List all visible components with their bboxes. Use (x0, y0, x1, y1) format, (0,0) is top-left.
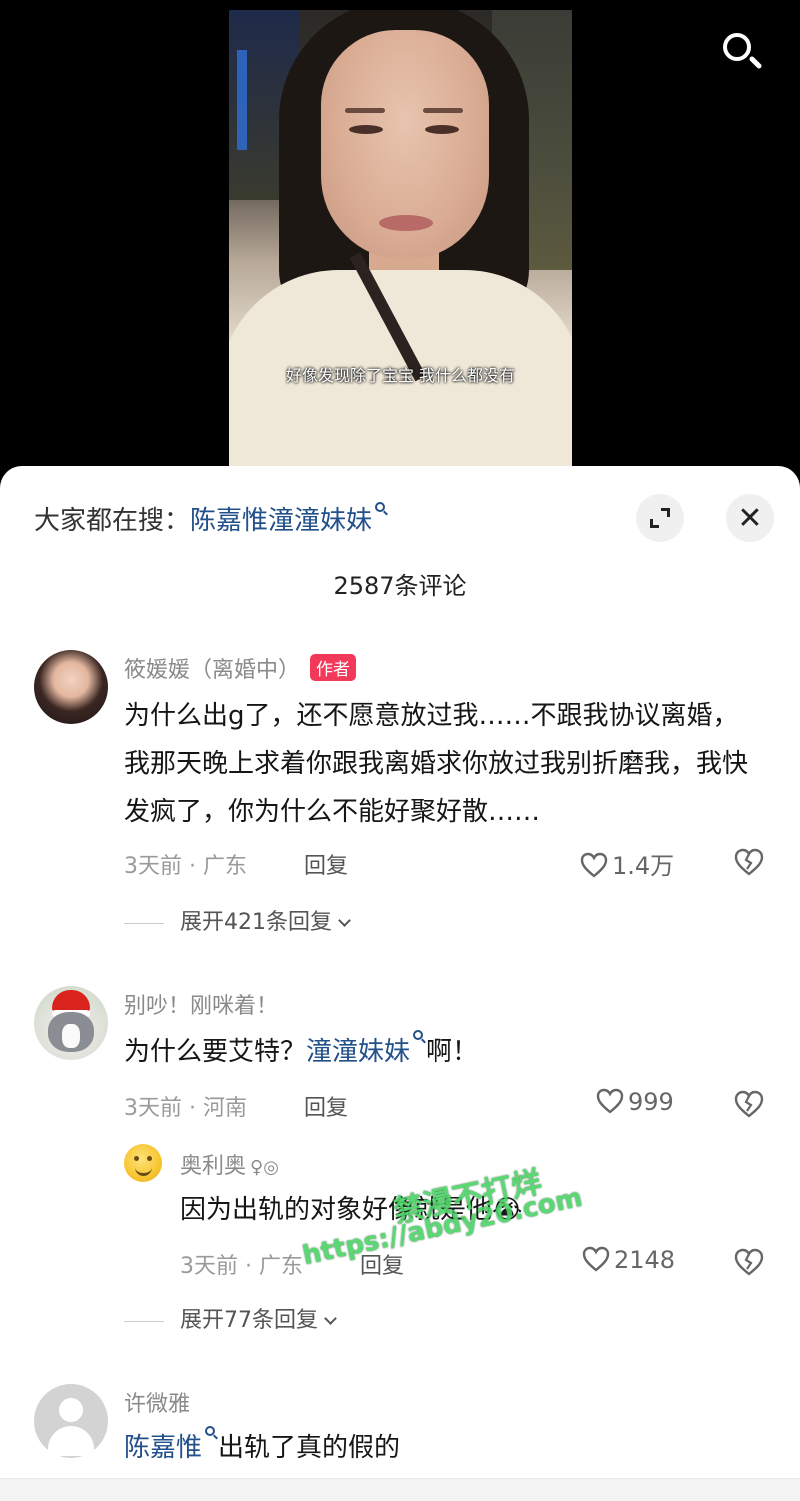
chevron-down-icon (338, 914, 351, 927)
avatar[interactable] (34, 1384, 108, 1458)
default-avatar-head (59, 1398, 83, 1422)
eye-right (425, 125, 459, 134)
default-avatar-body (48, 1426, 94, 1456)
expand-replies-button[interactable]: 展开77条回复 (124, 1302, 337, 1334)
reply-meta: 3天前 · 广东 (180, 1254, 303, 1279)
dislike-icon[interactable] (734, 848, 764, 876)
chevron-down-icon (324, 1312, 337, 1325)
mention-keyword[interactable]: 潼潼妹妹 (306, 1037, 410, 1067)
heart-icon (580, 852, 608, 878)
expand-replies-label: 展开421条回复 (180, 910, 332, 935)
divider-line (124, 922, 164, 924)
reply-button[interactable]: 回复 (304, 1090, 348, 1122)
comment-text-part: 出轨了真的假的 (218, 1433, 401, 1463)
expand-icon (650, 508, 670, 528)
comment-username[interactable]: 许微雅 (124, 1386, 190, 1418)
comment-text-part: 啊！ (426, 1037, 479, 1067)
search-icon (204, 1424, 218, 1442)
expand-replies-button[interactable]: 展开421条回复 (124, 904, 351, 936)
avatar[interactable] (34, 650, 108, 724)
video-area[interactable]: 好像发现除了宝宝 我什么都没有 (0, 0, 800, 470)
username-text: 奥利奥 (180, 1154, 247, 1179)
santa-hat (52, 990, 90, 1017)
mouth (379, 215, 433, 231)
cat-figure (48, 1012, 94, 1052)
comment-text: 陈嘉惟 出轨了真的假的 (124, 1424, 764, 1472)
like-button[interactable]: 999 (596, 1088, 674, 1116)
reply-avatar[interactable] (124, 1144, 162, 1182)
like-count: 999 (628, 1088, 674, 1116)
search-icon[interactable] (718, 28, 766, 76)
trending-search[interactable]: 大家都在搜：陈嘉惟潼潼妹妹 (34, 500, 389, 537)
comment-text: 为什么出g了，还不愿意放过我……不跟我协议离婚，我那天晚上求着你跟我离婚求你放过… (124, 701, 749, 827)
heart-icon (582, 1246, 610, 1272)
reply-button[interactable]: 回复 (304, 848, 348, 880)
mention-keyword[interactable]: 陈嘉惟 (124, 1433, 202, 1463)
gender-icon: ♀◎ (250, 1157, 279, 1178)
trending-search-keyword[interactable]: 陈嘉惟潼潼妹妹 (190, 506, 372, 536)
comment-input-bar[interactable] (0, 1478, 800, 1501)
comment-text-part: 为什么要艾特？ (124, 1037, 307, 1067)
brow-left (345, 108, 385, 113)
author-badge: 作者 (310, 654, 357, 681)
comment-meta: 3天前 · 河南 (124, 1096, 247, 1121)
comment-username[interactable]: 筱媛媛（离婚中） 作者 (124, 652, 357, 684)
dislike-icon[interactable] (734, 1090, 764, 1118)
comment-count-title: 2587条评论 (333, 572, 467, 600)
reply-username[interactable]: 奥利奥 ♀◎ (180, 1148, 279, 1180)
eye-left (349, 125, 383, 134)
search-icon (412, 1028, 427, 1046)
search-icon (374, 500, 389, 518)
video-player[interactable]: 好像发现除了宝宝 我什么都没有 (229, 10, 572, 468)
video-subtitle: 好像发现除了宝宝 我什么都没有 (285, 366, 516, 385)
like-button[interactable]: 2148 (582, 1246, 675, 1274)
expand-replies-label: 展开77条回复 (180, 1308, 318, 1333)
comment-sheet: 大家都在搜：陈嘉惟潼潼妹妹 ✕ 2587条评论 筱媛媛（离婚中） 作者 为什么出g… (0, 466, 800, 1501)
avatar[interactable] (34, 986, 108, 1060)
divider-line (124, 1320, 164, 1322)
brow-right (423, 108, 463, 113)
comment-meta: 3天前 · 广东 (124, 854, 247, 879)
trending-search-prefix: 大家都在搜： (34, 506, 191, 536)
heart-icon (596, 1088, 624, 1114)
close-icon: ✕ (737, 500, 763, 536)
video-person-face (321, 30, 489, 260)
comment-username[interactable]: 别吵！刚咪着！ (124, 988, 278, 1020)
dislike-icon[interactable] (734, 1248, 764, 1276)
close-button[interactable]: ✕ (726, 494, 774, 542)
like-count: 2148 (614, 1246, 676, 1274)
expand-sheet-button[interactable] (636, 494, 684, 542)
like-button[interactable]: 1.4万 (580, 846, 674, 881)
username-text: 筱媛媛（离婚中） (124, 658, 301, 683)
comment-text: 为什么要艾特？潼潼妹妹 啊！ (124, 1028, 764, 1076)
like-count: 1.4万 (612, 852, 675, 880)
